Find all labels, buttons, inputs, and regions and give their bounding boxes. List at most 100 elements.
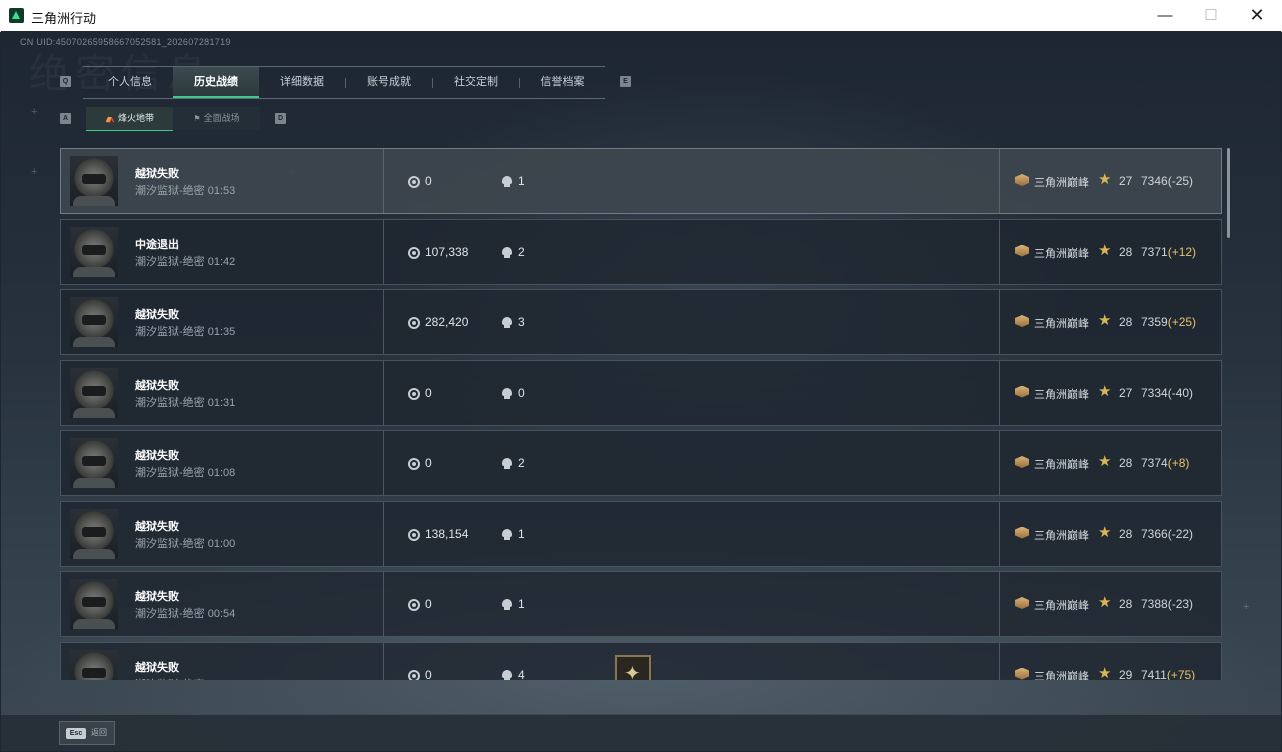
tab-detailed-stats[interactable]: 详细数据 xyxy=(259,67,345,98)
rank-score: 7346(-25) xyxy=(1141,174,1193,188)
window-titlebar: 三角洲行动 — ☐ ✕ xyxy=(0,0,1282,32)
rank-level: 28 xyxy=(1119,526,1133,541)
operator-avatar xyxy=(70,508,118,559)
coin-icon xyxy=(408,669,420,680)
back-label: 返回 xyxy=(91,728,107,737)
kill-count: 1 xyxy=(518,174,525,188)
next-subtab-key[interactable]: D xyxy=(275,113,286,124)
rank-level: 27 xyxy=(1119,174,1133,188)
row-divider xyxy=(999,572,1000,636)
coin-value: 107,338 xyxy=(425,244,469,259)
row-divider xyxy=(383,219,384,284)
main-tabs: 个人信息 历史战绩 详细数据 账号成就 社交定制 信誉档案 xyxy=(83,66,605,99)
star-icon: ★ xyxy=(1098,664,1112,681)
row-divider xyxy=(383,572,384,636)
score-delta: (+25) xyxy=(1167,315,1197,329)
tab-social[interactable]: 社交定制 xyxy=(433,67,519,98)
skull-icon xyxy=(502,387,512,399)
operator-avatar xyxy=(70,226,118,277)
skull-icon xyxy=(502,176,512,187)
app-logo-icon xyxy=(9,8,24,23)
next-tab-key[interactable]: E xyxy=(620,76,631,87)
minimize-button[interactable]: — xyxy=(1142,0,1188,31)
rank-badge-icon xyxy=(1015,385,1029,398)
match-row[interactable]: 越狱失败潮汐监狱-绝密 00:48 0 4 三角洲巅峰 ★ 29 7411(+75) xyxy=(60,641,1222,681)
list-scrollbar[interactable] xyxy=(1227,148,1230,238)
row-divider xyxy=(383,642,384,680)
rank-score: 7371(+12) xyxy=(1141,245,1196,259)
match-row[interactable]: 越狱失败 潮汐监狱-绝密 01:00 138,154 1 三角洲巅峰 ★ 28 7366(-2… xyxy=(60,500,1222,567)
match-result: 越狱失败 xyxy=(135,309,179,321)
score-delta: (+75) xyxy=(1166,667,1196,681)
coin-icon xyxy=(408,176,420,188)
row-divider xyxy=(383,290,384,354)
match-map-time: 潮汐监狱-绝密 00:48 xyxy=(135,676,235,681)
kill-count: 1 xyxy=(518,597,525,611)
window-title: 三角洲行动 xyxy=(31,11,97,26)
rank-badge-icon xyxy=(1015,174,1029,186)
star-icon: ★ xyxy=(1098,523,1112,541)
rank-badge-icon xyxy=(1015,456,1029,468)
operator-avatar xyxy=(70,649,118,680)
subtab-warfare[interactable]: ⚑ 全面战场 xyxy=(173,107,260,130)
subtab-label: 全面战场 xyxy=(203,113,240,123)
kill-count: 1 xyxy=(518,526,525,541)
row-divider xyxy=(999,501,1000,566)
kill-count: 2 xyxy=(518,456,525,470)
subtab-label: 烽火地带 xyxy=(117,113,154,123)
coin-icon xyxy=(408,599,420,611)
subtab-hazard-zone[interactable]: ⛺ 烽火地带 xyxy=(86,107,173,131)
tab-achievements[interactable]: 账号成就 xyxy=(346,67,432,98)
rank-level: 28 xyxy=(1119,597,1133,611)
game-viewport: 绝密信息 CN UID:450702659586670525​81_202607… xyxy=(1,31,1281,751)
operator-avatar xyxy=(70,438,118,488)
match-row[interactable]: 越狱失败 潮汐监狱-绝密 00:54 0 1 三角洲巅峰 ★ 28 7388(-23) xyxy=(60,571,1222,637)
rank-badge-icon xyxy=(1015,315,1029,327)
score-value: 7346 xyxy=(1141,174,1168,188)
match-map-time: 潮汐监狱-绝密 01:31 xyxy=(135,396,236,409)
row-divider xyxy=(999,431,1000,495)
match-row[interactable]: 越狱失败 潮汐监狱-绝密 01:31 0 0 三角洲巅峰 ★ 27 7334(-40) xyxy=(60,359,1222,426)
back-button[interactable]: Esc 返回 xyxy=(59,721,115,745)
rank-level: 28 xyxy=(1119,244,1133,259)
kill-count: 3 xyxy=(518,315,525,329)
tab-credit-record[interactable]: 信誉档案 xyxy=(520,67,605,98)
row-divider xyxy=(999,219,1000,284)
crosshair-deco-icon: + xyxy=(31,166,38,178)
tab-profile[interactable]: 个人信息 xyxy=(87,67,173,98)
match-row[interactable]: 越狱失败 潮汐监狱-绝密 01:08 0 2 三角洲巅峰 ★ 28 7374(+8) xyxy=(60,430,1222,496)
rank-level: 29 xyxy=(1119,667,1133,681)
row-divider xyxy=(383,501,384,566)
player-uid: CN UID:450702659586670525​81_20260728171… xyxy=(20,37,231,47)
match-row[interactable]: 越狱失败 潮汐监狱-绝密 01:35 282,420 3 三角洲巅峰 ★ 28 7359(+2… xyxy=(60,289,1222,355)
score-value: 7374 xyxy=(1141,456,1168,470)
match-row[interactable]: 中途退出 潮汐监狱-绝密 01:42 107,338 2 三角洲巅峰 ★ 28 7371(+1… xyxy=(60,218,1222,285)
skull-icon xyxy=(502,246,512,258)
prev-subtab-key[interactable]: A xyxy=(60,113,71,124)
coin-value: 0 xyxy=(425,174,432,188)
score-delta: (-22) xyxy=(1167,526,1194,541)
coin-icon xyxy=(408,528,420,541)
warfare-icon: ⚑ xyxy=(193,114,201,123)
row-divider xyxy=(999,149,1000,213)
coin-icon xyxy=(408,458,420,470)
row-divider xyxy=(999,290,1000,354)
rank-name: 三角洲巅峰 xyxy=(1034,459,1089,471)
row-divider xyxy=(383,431,384,495)
coin-value: 138,154 xyxy=(425,526,469,541)
rank-score: 7374(+8) xyxy=(1141,456,1189,470)
tab-match-history[interactable]: 历史战绩 xyxy=(173,67,259,98)
score-value: 7388 xyxy=(1141,597,1168,611)
prev-tab-key[interactable]: Q xyxy=(60,76,71,87)
star-icon: ★ xyxy=(1098,382,1112,400)
match-row[interactable]: 越狱失败 潮汐监狱-绝密 01:53 0 1 三角洲巅峰 ★ 27 7346(-25) xyxy=(60,148,1222,214)
match-result: 越狱失败 xyxy=(135,450,179,462)
star-icon: ★ xyxy=(1098,312,1112,329)
coin-value: 0 xyxy=(425,597,432,611)
esc-key-icon: Esc xyxy=(66,728,86,739)
rank-name: 三角洲巅峰 xyxy=(1034,670,1089,681)
skull-icon xyxy=(502,669,512,680)
maximize-button[interactable]: ☐ xyxy=(1188,0,1234,31)
rank-badge-icon xyxy=(1015,526,1029,539)
close-button[interactable]: ✕ xyxy=(1234,0,1280,31)
